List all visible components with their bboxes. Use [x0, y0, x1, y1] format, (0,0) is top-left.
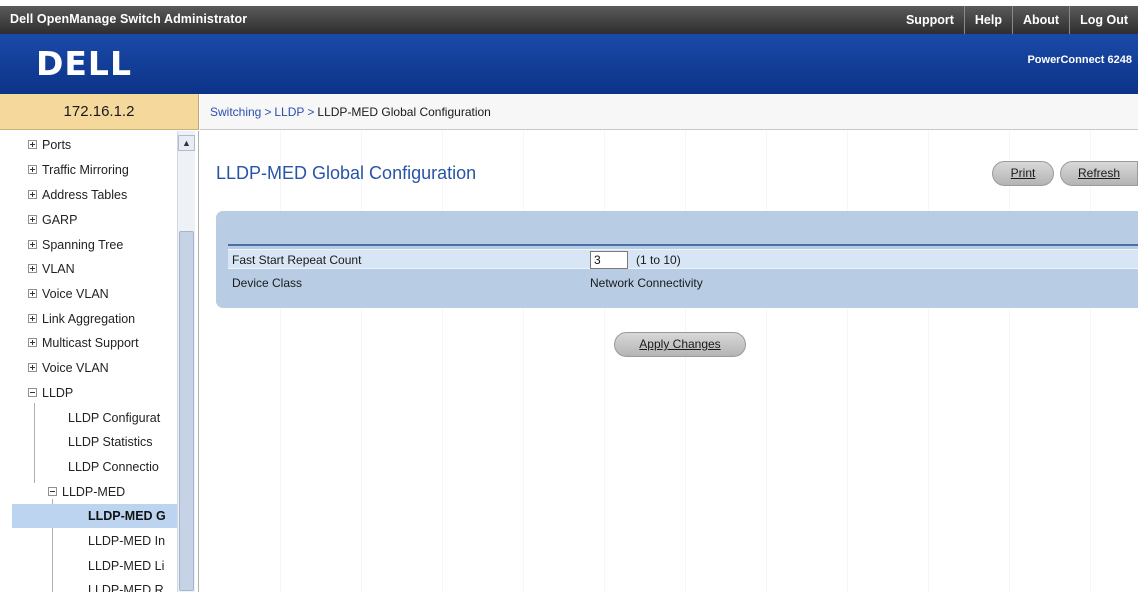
apply-changes-button[interactable]: Apply Changes [614, 332, 746, 357]
logout-link[interactable]: Log Out [1069, 6, 1138, 34]
tree-connector [34, 403, 35, 483]
nav-item-ports[interactable]: Ports [28, 133, 71, 157]
nav-item-lldp-connections[interactable]: LLDP Connectio [68, 455, 159, 479]
nav-item-voice-vlan[interactable]: Voice VLAN [28, 282, 109, 306]
nav-item-traffic-mirroring[interactable]: Traffic Mirroring [28, 158, 129, 182]
nav-label: LLDP-MED In [88, 534, 166, 548]
switch-ip: 172.16.1.2 [0, 94, 199, 130]
nav-item-vlan[interactable]: VLAN [28, 257, 75, 281]
collapse-icon[interactable] [48, 487, 57, 496]
product-name: PowerConnect 6248 [1027, 54, 1132, 66]
scroll-thumb[interactable] [179, 231, 194, 591]
device-class-value: Network Connectivity [590, 276, 703, 290]
nav-item-lldp-med-interface[interactable]: LLDP-MED In [88, 529, 165, 553]
background-pattern [200, 131, 1138, 592]
help-link[interactable]: Help [963, 6, 1012, 34]
nav-label: VLAN [42, 262, 75, 276]
breadcrumb-bar: Switching > LLDP > LLDP-MED Global Configura… [200, 94, 1138, 130]
support-link[interactable]: Support [896, 6, 964, 34]
breadcrumb-separator: > [307, 105, 315, 119]
expand-icon[interactable] [28, 165, 37, 174]
nav-label: Voice VLAN [42, 287, 109, 301]
app-title: Dell OpenManage Switch Administrator [10, 12, 248, 26]
expand-icon[interactable] [28, 264, 37, 273]
dell-logo: DELL [36, 44, 132, 83]
expand-icon[interactable] [28, 314, 37, 323]
nav-label: LLDP Connectio [68, 460, 159, 474]
page-title: LLDP-MED Global Configuration [216, 163, 477, 183]
nav-item-lldp-med-local[interactable]: LLDP-MED Li [88, 554, 164, 578]
expand-icon[interactable] [28, 289, 37, 298]
nav-label: LLDP Configurat [68, 411, 161, 425]
nav-item-lldp-med[interactable]: LLDP-MED [48, 480, 125, 504]
expand-icon[interactable] [28, 338, 37, 347]
expand-icon[interactable] [28, 240, 37, 249]
panel-divider [228, 244, 1138, 246]
expand-icon[interactable] [28, 363, 37, 372]
nav-label: LLDP-MED [62, 485, 126, 499]
nav-item-link-aggregation[interactable]: Link Aggregation [28, 307, 135, 331]
brand-bar: DELL PowerConnect 6248 [0, 34, 1138, 94]
nav-item-lldp[interactable]: LLDP [28, 381, 73, 405]
nav-label: Spanning Tree [42, 238, 124, 252]
nav-label: Voice VLAN [42, 361, 109, 375]
nav-label: LLDP-MED R [88, 583, 164, 592]
nav-item-lldp-med-global[interactable]: LLDP-MED G [12, 504, 177, 528]
nav-item-multicast-support[interactable]: Multicast Support [28, 331, 139, 355]
fast-start-input[interactable] [590, 251, 628, 269]
expand-icon[interactable] [28, 190, 37, 199]
refresh-button[interactable]: Refresh [1060, 161, 1138, 186]
header-links: Support Help About Log Out [896, 6, 1138, 34]
config-panel: Fast Start Repeat Count (1 to 10) Device… [216, 211, 1138, 308]
nav-label: LLDP-MED Li [88, 559, 165, 573]
nav-item-lldp-med-remote[interactable]: LLDP-MED R [88, 578, 164, 592]
top-bar: Dell OpenManage Switch Administrator Sup… [0, 6, 1138, 34]
device-class-row: Device Class Network Connectivity [228, 273, 1138, 293]
scroll-up-icon[interactable]: ▲ [178, 135, 195, 151]
nav-label: Address Tables [42, 188, 128, 202]
device-class-label: Device Class [232, 276, 303, 290]
breadcrumb-current: LLDP-MED Global Configuration [317, 105, 491, 119]
nav-item-address-tables[interactable]: Address Tables [28, 183, 127, 207]
nav-item-lldp-configuration[interactable]: LLDP Configurat [68, 406, 160, 430]
breadcrumb-separator: > [264, 105, 272, 119]
nav-item-spanning-tree[interactable]: Spanning Tree [28, 233, 123, 257]
nav-label: Ports [42, 138, 72, 152]
nav-label: LLDP Statistics [68, 435, 153, 449]
nav-label: GARP [42, 213, 78, 227]
nav-label: Multicast Support [42, 336, 139, 350]
nav-label: LLDP-MED G [88, 509, 166, 523]
expand-icon[interactable] [28, 140, 37, 149]
nav-label: Link Aggregation [42, 312, 136, 326]
expand-icon[interactable] [28, 215, 37, 224]
collapse-icon[interactable] [28, 388, 37, 397]
fast-start-label: Fast Start Repeat Count [232, 253, 362, 267]
nav-label: Traffic Mirroring [42, 163, 129, 177]
print-button[interactable]: Print [992, 161, 1054, 186]
fast-start-row: Fast Start Repeat Count (1 to 10) [228, 249, 1138, 269]
breadcrumb-lldp[interactable]: LLDP [274, 105, 304, 119]
nav-label: LLDP [42, 386, 74, 400]
fast-start-range: (1 to 10) [636, 253, 681, 267]
about-link[interactable]: About [1011, 6, 1069, 34]
breadcrumb: Switching > LLDP > LLDP-MED Global Configura… [210, 105, 491, 119]
sidebar-scrollbar[interactable]: ▲ [177, 131, 195, 592]
nav-item-lldp-statistics[interactable]: LLDP Statistics [68, 430, 153, 454]
nav-tree: Ports Traffic Mirroring Address Tables G… [0, 131, 199, 592]
nav-item-voice-vlan-2[interactable]: Voice VLAN [28, 356, 109, 380]
breadcrumb-switching[interactable]: Switching [210, 105, 261, 119]
nav-item-garp[interactable]: GARP [28, 208, 77, 232]
